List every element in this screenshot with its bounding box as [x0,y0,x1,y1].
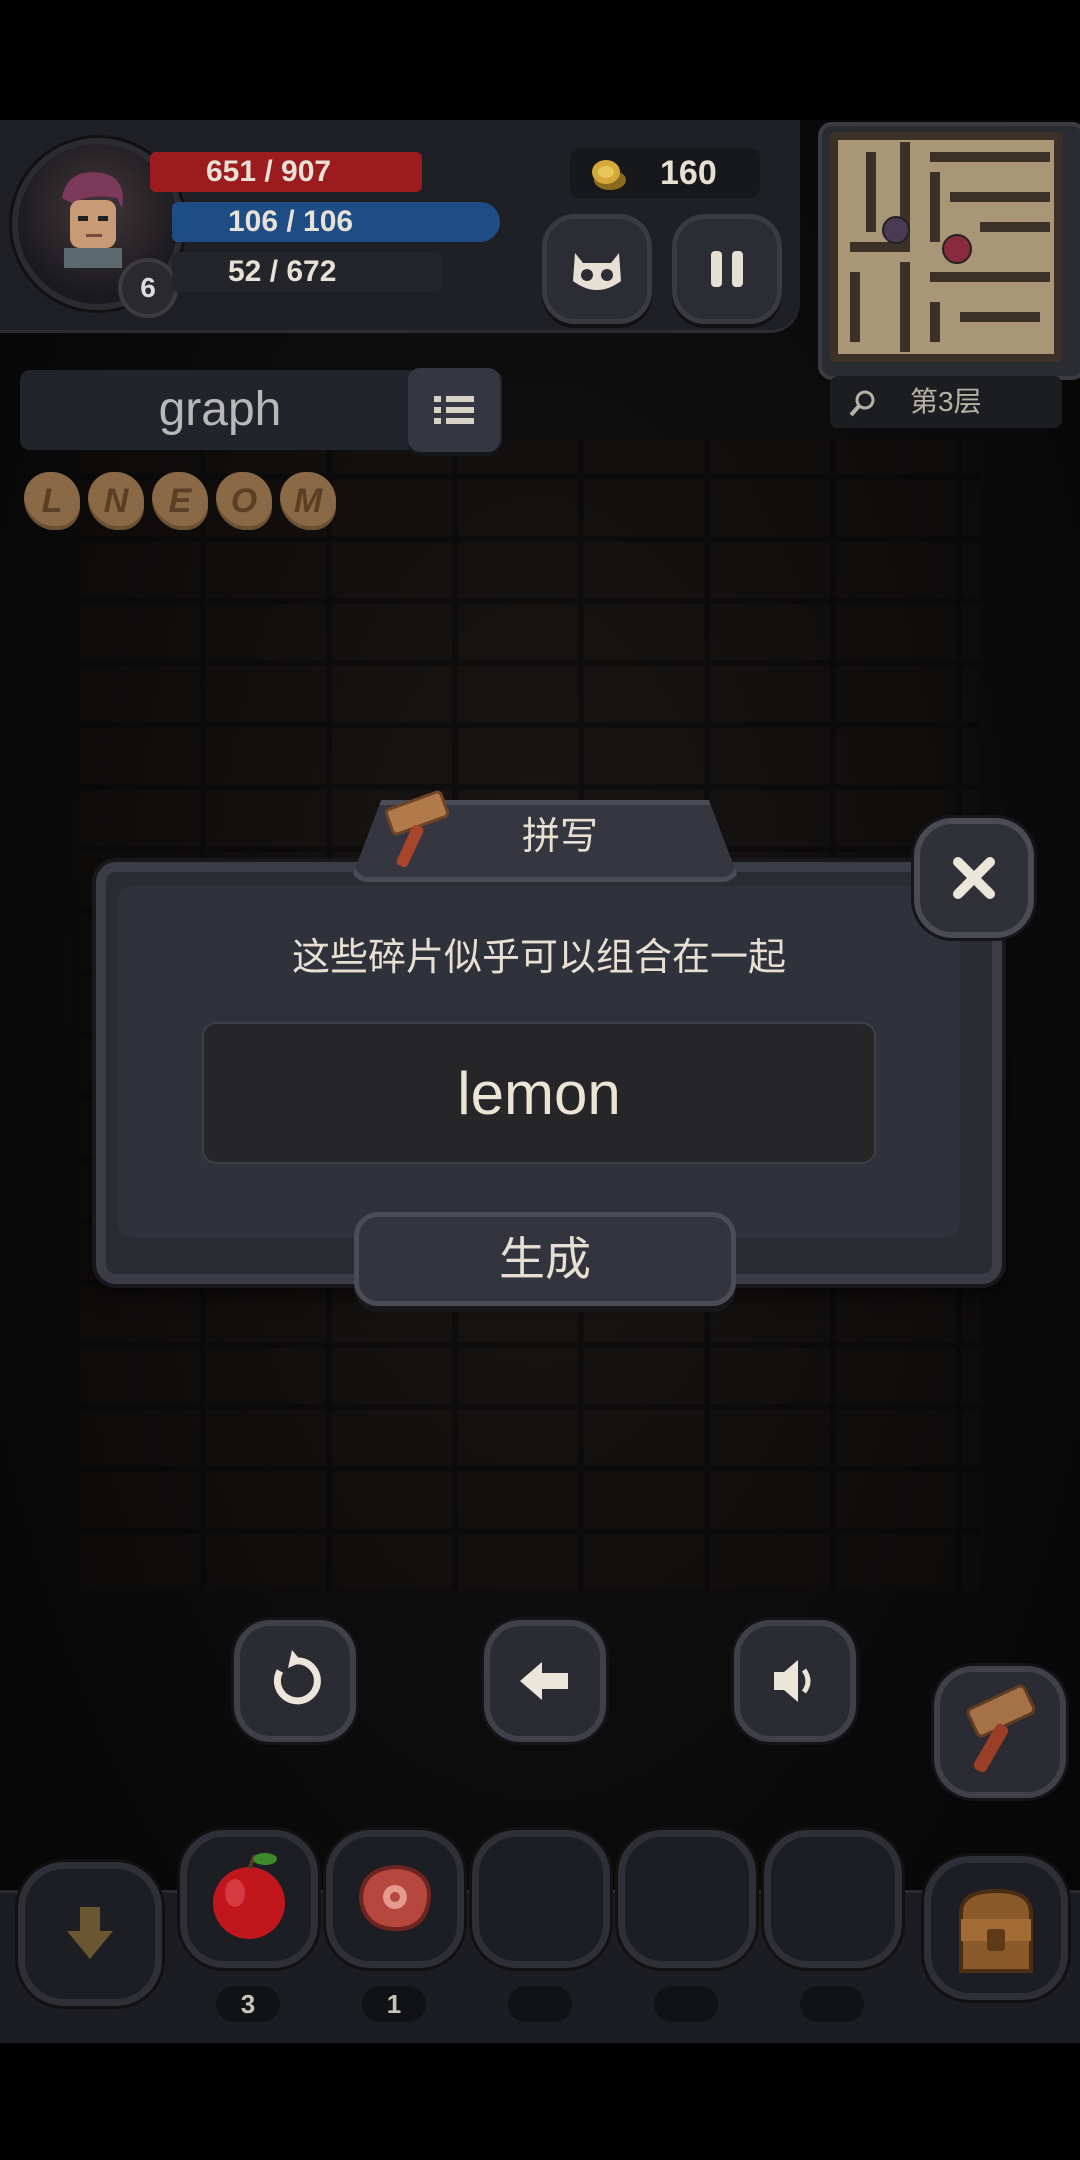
item-count [800,1986,864,2022]
coin-value: 160 [660,154,717,192]
item-count: 3 [216,1986,280,2022]
pet-button[interactable] [542,214,652,324]
xp-bar: 52 / 672 [172,252,442,292]
inventory-slot-empty[interactable] [472,1830,610,1968]
pause-button[interactable] [672,214,782,324]
sound-button[interactable] [734,1620,856,1742]
reset-button[interactable] [234,1620,356,1742]
level-badge: 6 [118,258,178,318]
item-count: 1 [362,1986,426,2022]
backpack-icon [959,1888,1033,1973]
item-count [654,1986,718,2022]
inventory-slot-empty[interactable] [764,1830,902,1968]
item-count [508,1986,572,2022]
generate-button[interactable]: 生成 [354,1212,736,1306]
spell-tool-button[interactable] [934,1666,1066,1798]
backspace-button[interactable] [484,1620,606,1742]
backpack-button[interactable] [924,1856,1068,2000]
list-icon [434,396,474,424]
descend-button[interactable] [18,1862,162,2006]
coin-icon [592,160,626,190]
dialog-message: 这些碎片似乎可以组合在一起 [291,937,786,979]
floor-indicator[interactable]: 第3层 [830,376,1062,428]
meat-icon [358,1864,432,1932]
inventory-slot[interactable] [326,1830,464,1968]
minimap[interactable] [830,132,1062,362]
inventory-slot-empty[interactable] [618,1830,756,1968]
enemy-marker [942,234,972,264]
undo-icon [273,1650,321,1705]
floor-label: 第3层 [910,386,982,417]
arrow-left-icon [520,1662,568,1700]
owl-icon [573,253,621,290]
mp-bar: 106 / 106 [172,202,500,242]
word-list-button[interactable] [408,368,500,452]
pause-icon [711,251,743,287]
arrow-down-icon [67,1907,113,1959]
spell-input[interactable]: lemon [202,1022,876,1164]
hp-bar: 651 / 907 [150,152,422,192]
search-icon [849,390,875,417]
player-marker [882,216,910,244]
apple-icon [213,1853,285,1939]
hammer-icon [966,1684,1036,1773]
speaker-icon [774,1660,811,1702]
close-button[interactable] [914,818,1034,938]
current-word: graph [158,383,282,436]
dialog-title: 拼写 [521,816,598,858]
player-portrait-icon [62,172,123,268]
close-icon [953,857,995,899]
inventory-slot[interactable] [180,1830,318,1968]
